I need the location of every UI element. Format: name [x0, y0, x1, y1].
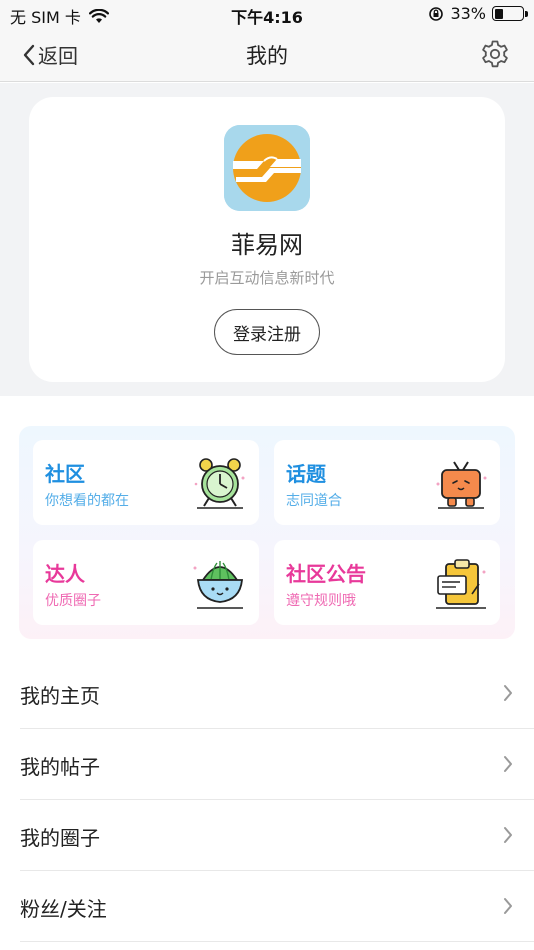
chevron-right-icon — [504, 756, 512, 772]
quick-access-grid: 社区 你想看的都在 话题 志同道合 达人 优质圈子 社区公告 遵守规则哦 — [19, 426, 515, 639]
menu-item-my-posts[interactable]: 我的帖子 — [20, 729, 534, 800]
profile-area: 菲易网 开启互动信息新时代 登录注册 — [0, 83, 534, 396]
app-slogan: 开启互动信息新时代 — [199, 269, 335, 287]
menu-label: 我的圈子 — [20, 826, 100, 850]
clipboard-icon — [436, 559, 486, 609]
menu-item-fans-following[interactable]: 粉丝/关注 — [20, 871, 534, 942]
chevron-right-icon — [504, 898, 512, 914]
login-register-button[interactable]: 登录注册 — [214, 309, 320, 355]
chevron-right-icon — [504, 685, 512, 701]
menu-label: 粉丝/关注 — [20, 897, 107, 921]
chevron-right-icon — [504, 827, 512, 843]
profile-card: 菲易网 开启互动信息新时代 登录注册 — [29, 97, 505, 382]
battery-icon — [492, 6, 528, 21]
grid-item-experts[interactable]: 达人 优质圈子 — [33, 540, 259, 625]
menu-item-my-homepage[interactable]: 我的主页 — [20, 658, 534, 729]
grid-subtitle: 遵守规则哦 — [286, 593, 356, 609]
grid-subtitle: 优质圈子 — [45, 593, 101, 609]
page-title: 我的 — [246, 44, 288, 68]
nav-bar: 返回 我的 — [0, 28, 534, 82]
app-name: 菲易网 — [231, 231, 303, 259]
menu-list: 我的主页 我的帖子 我的圈子 粉丝/关注 — [0, 658, 534, 942]
alarm-clock-icon — [194, 458, 245, 509]
menu-label: 我的主页 — [20, 684, 100, 708]
status-right: 33% — [428, 4, 528, 23]
grid-item-community[interactable]: 社区 你想看的都在 — [33, 440, 259, 525]
app-logo — [224, 125, 310, 211]
cactus-pot-icon — [193, 561, 243, 609]
grid-subtitle: 你想看的都在 — [45, 493, 129, 509]
grid-title: 话题 — [286, 462, 326, 486]
menu-label: 我的帖子 — [20, 755, 100, 779]
grid-subtitle: 志同道合 — [286, 493, 342, 509]
rotation-lock-icon — [429, 6, 444, 21]
grid-title: 社区 — [45, 462, 85, 486]
battery-level — [494, 8, 504, 19]
app-logo-image — [224, 125, 310, 211]
grid-title: 社区公告 — [286, 562, 366, 586]
grid-title: 达人 — [45, 562, 85, 586]
tv-character-icon — [436, 461, 487, 509]
gear-icon — [482, 40, 508, 68]
grid-item-topics[interactable]: 话题 志同道合 — [274, 440, 500, 525]
menu-item-my-circles[interactable]: 我的圈子 — [20, 800, 534, 871]
status-bar: 无 SIM 卡 下午4:16 33% — [0, 0, 534, 28]
settings-button[interactable] — [480, 39, 510, 73]
grid-item-announcements[interactable]: 社区公告 遵守规则哦 — [274, 540, 500, 625]
battery-percent: 33% — [450, 4, 486, 23]
